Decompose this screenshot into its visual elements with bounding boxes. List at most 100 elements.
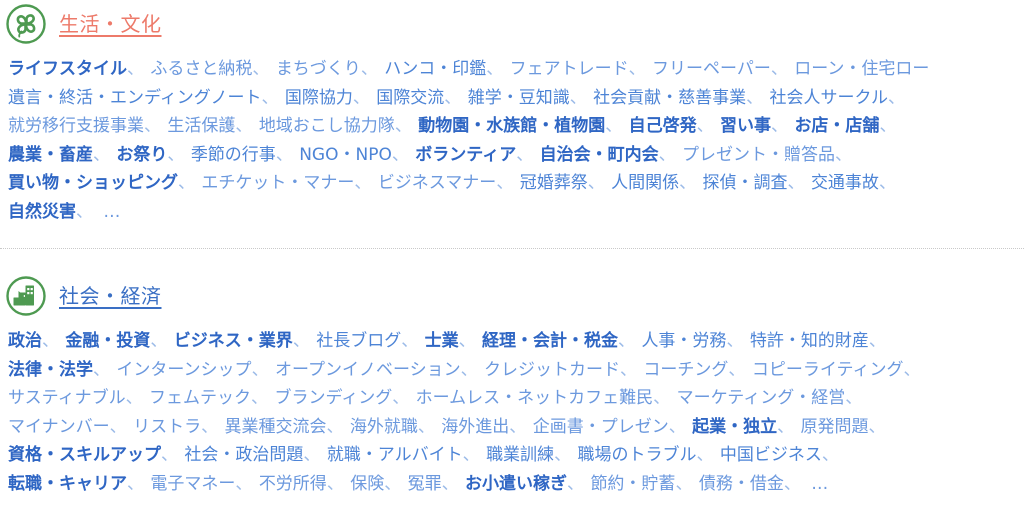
tag-link[interactable]: 社会人サークル	[770, 88, 889, 108]
tag-link[interactable]: フェムテック	[149, 388, 251, 408]
tag-link[interactable]: マイナンバー	[8, 417, 110, 437]
tag-link[interactable]: 債務・借金	[699, 474, 784, 494]
tag-link[interactable]: 地域おこし協力隊	[259, 116, 395, 136]
tag-separator: 、	[201, 416, 218, 437]
tag-link[interactable]: 冠婚葬祭	[520, 173, 588, 193]
tag-separator: 、	[728, 359, 745, 380]
tag-link[interactable]: 習い事	[720, 116, 771, 136]
section-header-society-economy[interactable]: 社会・経済	[0, 272, 1024, 320]
tag-link[interactable]: ハンコ・印鑑	[384, 59, 486, 79]
tag-separator: 、	[605, 116, 622, 136]
tag-separator: 、	[235, 116, 252, 136]
tag-link[interactable]: プレゼント・贈答品	[682, 145, 835, 165]
tag-link[interactable]: マーケティング・経営	[677, 388, 846, 408]
tag-separator: 、	[444, 87, 461, 108]
tag-link[interactable]: 就職・アルバイト	[327, 445, 463, 465]
tag-link[interactable]: リストラ	[133, 417, 201, 437]
tag-link[interactable]: 原発問題	[801, 417, 869, 437]
tag-link[interactable]: ブランディング	[274, 388, 392, 408]
tag-link[interactable]: クレジットカード	[484, 360, 620, 380]
tag-link[interactable]: ホームレス・ネットカフェ難民	[416, 388, 654, 408]
tag-link[interactable]: 特許・知的財産	[750, 331, 869, 351]
tag-link[interactable]: 経理・会計・税金	[482, 331, 618, 351]
tag-line: サスティナブル、 フェムテック、 ブランディング、 ホームレス・ネットカフェ難民…	[8, 384, 1024, 413]
tag-link[interactable]: 人間関係	[611, 173, 679, 193]
tag-link[interactable]: 交通事故	[811, 173, 879, 193]
tag-link[interactable]: 職場のトラブル	[577, 445, 696, 465]
tag-link[interactable]: エチケット・マナー	[201, 173, 354, 193]
tag-link[interactable]: 中国ビジネス	[720, 445, 822, 465]
tag-ellipsis: …	[811, 473, 829, 494]
tag-link[interactable]: 買い物・ショッピング	[8, 173, 178, 193]
tag-link[interactable]: 自治会・町内会	[540, 145, 659, 165]
tag-link[interactable]: フェアトレード	[510, 59, 629, 79]
section-title-life-culture[interactable]: 生活・文化	[59, 14, 162, 34]
tag-separator: 、	[144, 116, 161, 136]
tag-link[interactable]: お店・店舗	[794, 116, 879, 136]
tag-link[interactable]: 人事・労務	[641, 331, 726, 351]
section-life-culture: 生活・文化 ライフスタイル、 ふるさと納税、 まちづくり、 ハンコ・印鑑、 フェ…	[0, 0, 1024, 226]
tag-link[interactable]: 不労所得	[259, 474, 327, 494]
tag-separator: 、	[93, 359, 110, 380]
tag-separator: 、	[554, 445, 571, 465]
tag-link[interactable]: 冤罪	[408, 474, 442, 494]
tag-link[interactable]: サスティナブル	[8, 388, 126, 408]
tag-link[interactable]: 国際協力	[285, 88, 353, 108]
tag-separator: 、	[42, 331, 59, 351]
tag-link[interactable]: フリーペーパー	[652, 59, 771, 79]
tag-link[interactable]: 生活保護	[167, 116, 235, 136]
tag-link[interactable]: 保険	[350, 474, 384, 494]
tag-link[interactable]: 海外進出	[441, 417, 509, 437]
tag-link[interactable]: 異業種交流会	[224, 417, 326, 437]
tag-link[interactable]: 節約・貯蓄	[590, 474, 675, 494]
tag-link[interactable]: コーチング	[643, 360, 728, 380]
tag-link[interactable]: 動物園・水族館・植物園	[418, 116, 605, 136]
tag-link[interactable]: 自己啓発	[629, 116, 697, 136]
tag-separator: 、	[326, 473, 344, 494]
tag-link[interactable]: 企画書・プレゼン	[533, 417, 669, 437]
tag-link[interactable]: 社会・政治問題	[184, 445, 303, 465]
tag-separator: 、	[835, 144, 852, 165]
tag-link[interactable]: 海外就職	[350, 417, 418, 437]
tag-link[interactable]: 自然災害	[8, 202, 76, 222]
tag-link[interactable]: 就労移行支援事業	[8, 116, 144, 136]
tag-link[interactable]: ビジネス・業界	[174, 331, 293, 351]
tag-link[interactable]: 資格・スキルアップ	[8, 445, 161, 465]
tag-separator: 、	[868, 331, 886, 351]
tag-separator: 、	[569, 87, 587, 108]
tag-link[interactable]: 起業・独立	[692, 417, 777, 437]
tag-link[interactable]: 農業・畜産	[8, 145, 93, 165]
tag-separator: 、	[251, 388, 268, 408]
tag-link[interactable]: 職業訓練	[486, 445, 554, 465]
tag-link[interactable]: 雑学・豆知識	[468, 88, 570, 108]
tag-link[interactable]: インターンシップ	[116, 360, 251, 380]
tag-link[interactable]: お祭り	[116, 145, 167, 165]
tag-link[interactable]: まちづくり	[276, 59, 361, 79]
tag-link[interactable]: 社長ブログ	[316, 331, 401, 351]
tag-link[interactable]: コピーライティング	[752, 360, 904, 380]
tag-link[interactable]: ボランティア	[415, 145, 516, 165]
tag-link[interactable]: 遺言・終活・エンディングノート	[8, 88, 261, 108]
tag-link[interactable]: 社会貢献・慈善事業	[593, 88, 746, 108]
tag-link[interactable]: ローン・住宅ロー	[794, 59, 929, 79]
tag-separator: 、	[178, 173, 195, 193]
tag-link[interactable]: オープンイノベーション	[275, 360, 461, 380]
tag-link[interactable]: 政治	[8, 331, 42, 351]
tag-link[interactable]: ビジネスマナー	[378, 173, 497, 193]
tag-link[interactable]: 士業	[425, 331, 459, 351]
tag-link[interactable]: 探偵・調査	[703, 173, 788, 193]
tag-link[interactable]: 国際交流	[376, 88, 444, 108]
section-header-life-culture[interactable]: 生活・文化	[0, 0, 1024, 48]
tag-link[interactable]: NGO・NPO	[299, 145, 392, 165]
tag-link[interactable]: 転職・キャリア	[8, 474, 127, 494]
tag-link[interactable]: ふるさと納税	[150, 59, 252, 79]
tag-link[interactable]: 金融・投資	[65, 331, 150, 351]
section-title-society-economy[interactable]: 社会・経済	[59, 286, 162, 306]
tag-space	[897, 116, 902, 136]
tag-link[interactable]: 季節の行事	[191, 145, 276, 165]
tag-separator: 、	[746, 87, 763, 108]
tag-link[interactable]: ライフスタイル	[8, 59, 127, 79]
tag-link[interactable]: お小遣い稼ぎ	[465, 474, 567, 494]
tag-link[interactable]: 電子マネー	[150, 474, 235, 494]
tag-link[interactable]: 法律・法学	[8, 360, 93, 380]
